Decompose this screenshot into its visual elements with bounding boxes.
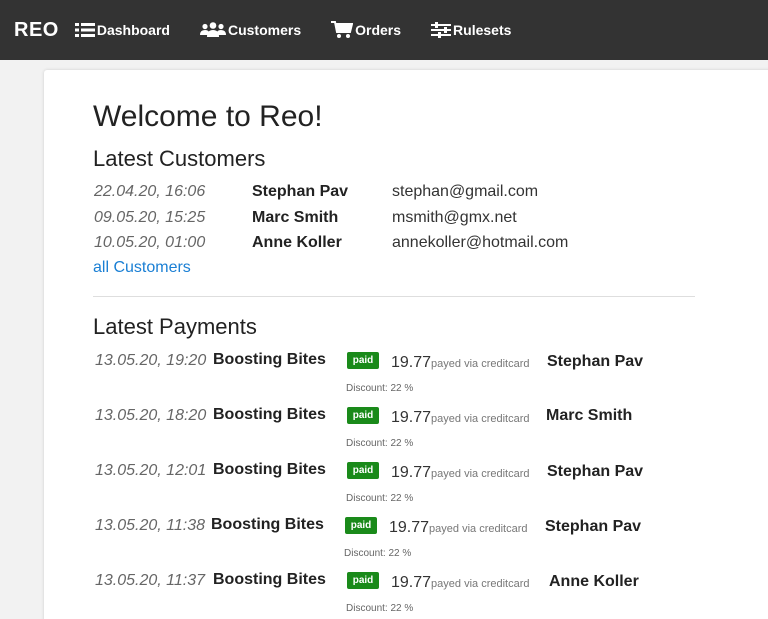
- customer-email: stephan@gmail.com: [392, 183, 539, 200]
- payment-date: 13.05.20, 11:37: [95, 572, 206, 589]
- all-customers-link[interactable]: all Customers: [93, 259, 191, 277]
- nav-dashboard-label: Dashboard: [96, 22, 170, 38]
- payment-method: payed via creditcard: [431, 468, 530, 480]
- paid-badge: paid: [347, 407, 379, 424]
- top-navbar: REO Dashboard Customers Orders Rulesets: [0, 0, 768, 60]
- payment-amount: 19.77payed via creditcard: [389, 519, 528, 537]
- payment-customer: Marc Smith: [546, 407, 633, 424]
- payment-amount-value: 19.77: [391, 464, 432, 481]
- payment-date: 13.05.20, 12:01: [95, 462, 207, 479]
- payment-customer: Anne Koller: [549, 573, 639, 590]
- paid-badge: paid: [347, 352, 379, 369]
- nav-rulesets[interactable]: Rulesets: [431, 22, 511, 38]
- payment-product: Boosting Bites: [213, 351, 326, 368]
- customer-name: Marc Smith: [252, 209, 339, 226]
- payment-method: payed via creditcard: [431, 413, 530, 425]
- payment-date: 13.05.20, 11:38: [95, 517, 206, 534]
- nav-orders[interactable]: Orders: [331, 21, 401, 39]
- payment-method: payed via creditcard: [431, 578, 530, 590]
- payment-date: 13.05.20, 19:20: [95, 352, 207, 369]
- nav-rulesets-label: Rulesets: [453, 22, 512, 38]
- payment-amount: 19.77payed via creditcard: [391, 464, 530, 482]
- users-icon: [199, 22, 226, 37]
- brand-logo[interactable]: REO: [14, 19, 59, 42]
- payment-discount: Discount: 22 %: [346, 493, 414, 504]
- payment-product: Boosting Bites: [213, 406, 326, 423]
- payment-discount: Discount: 22 %: [346, 603, 414, 614]
- payment-customer: Stephan Pav: [547, 463, 644, 480]
- payment-amount-value: 19.77: [391, 354, 432, 371]
- customer-name: Anne Koller: [252, 234, 342, 251]
- payment-amount-value: 19.77: [391, 409, 432, 426]
- nav-customers-label: Customers: [227, 22, 302, 38]
- payment-discount: Discount: 22 %: [344, 548, 412, 559]
- payment-method: payed via creditcard: [429, 523, 528, 535]
- payment-date: 13.05.20, 18:20: [95, 407, 207, 424]
- latest-payments-heading: Latest Payments: [93, 314, 257, 339]
- customer-date: 10.05.20, 01:00: [94, 234, 206, 251]
- customer-name: Stephan Pav: [252, 183, 349, 200]
- payment-amount-value: 19.77: [391, 574, 432, 591]
- paid-badge: paid: [347, 572, 379, 589]
- nav-customers[interactable]: Customers: [199, 22, 302, 38]
- latest-customers-heading: Latest Customers: [93, 146, 266, 171]
- payment-product: Boosting Bites: [213, 571, 326, 588]
- payment-discount: Discount: 22 %: [346, 383, 414, 394]
- payment-method: payed via creditcard: [431, 358, 530, 370]
- nav-orders-label: Orders: [355, 22, 402, 38]
- payment-amount-value: 19.77: [389, 519, 430, 536]
- cart-icon: [331, 21, 354, 38]
- paid-badge: paid: [347, 462, 379, 479]
- payment-product: Boosting Bites: [213, 461, 326, 478]
- sliders-icon: [431, 22, 452, 38]
- payment-discount: Discount: 22 %: [346, 438, 414, 449]
- payment-customer: Stephan Pav: [545, 518, 642, 535]
- customer-email: msmith@gmx.net: [392, 209, 517, 226]
- customer-date: 22.04.20, 16:06: [94, 183, 206, 200]
- payment-amount: 19.77payed via creditcard: [391, 409, 530, 427]
- paid-badge: paid: [345, 517, 377, 534]
- list-icon: [74, 23, 95, 37]
- payment-amount: 19.77payed via creditcard: [391, 354, 530, 372]
- page-title: Welcome to Reo!: [93, 100, 323, 133]
- section-divider: [93, 296, 695, 297]
- customer-email: annekoller@hotmail.com: [392, 234, 569, 251]
- payment-amount: 19.77payed via creditcard: [391, 574, 530, 592]
- payment-customer: Stephan Pav: [547, 353, 644, 370]
- customer-date: 09.05.20, 15:25: [94, 209, 206, 226]
- payment-product: Boosting Bites: [211, 516, 324, 533]
- nav-dashboard[interactable]: Dashboard: [74, 22, 170, 38]
